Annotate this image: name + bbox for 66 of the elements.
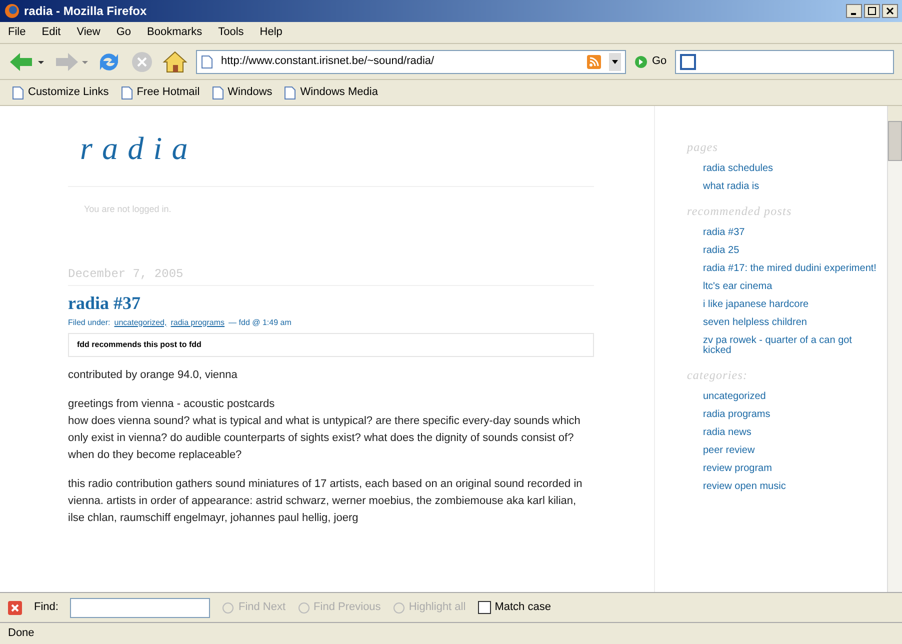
- sidebar-link[interactable]: i like japanese hardcore: [687, 296, 887, 314]
- scrollbar[interactable]: [887, 106, 902, 592]
- go-button[interactable]: Go: [634, 53, 667, 70]
- url-text: http://www.constant.irisnet.be/~sound/radia/: [221, 54, 436, 70]
- post-paragraph: this radio contribution gathers sound miniatures of 17 artists, each based on an original sound recorded in vienna. artists in order of appearance: astrid schwarz, werner moebius, the zombiemouse aka karl kilian, ilse chlan, raumschiff engelmayr, johannes paul hellig, joerg: [68, 476, 584, 526]
- menu-item[interactable]: Go: [116, 24, 132, 41]
- menu-item[interactable]: View: [76, 24, 100, 41]
- page-icon: [212, 86, 224, 100]
- post-paragraph: greetings from vienna - acoustic postcards how does vienna sound? what is typical and what is untypical? are there specific every-day sounds which only exist in vienna? do audible counterparts of sights exist? what does the dignity of sounds consist of? when do they become replaceable?: [68, 396, 582, 462]
- maximize-icon: [868, 7, 876, 15]
- circle-icon: [222, 602, 234, 614]
- post-meta: — fdd @ 1:49 am: [228, 316, 292, 328]
- bookmark-link[interactable]: Windows: [228, 84, 272, 101]
- menu-item[interactable]: Tools: [218, 24, 244, 41]
- find-label: Find:: [34, 600, 58, 616]
- circle-icon: [392, 602, 405, 614]
- sidebar-link[interactable]: zv pa rowek - quarter of a can got kicked: [687, 332, 887, 360]
- page-icon: [120, 86, 133, 100]
- sidebar-link[interactable]: ltc's ear cinema: [687, 278, 887, 296]
- search-engine-icon: [680, 54, 696, 70]
- close-icon[interactable]: [8, 600, 22, 614]
- post-title[interactable]: radia #37: [68, 290, 594, 316]
- site-title: radia: [79, 129, 198, 168]
- circle-icon: [298, 602, 310, 614]
- sidebar-link[interactable]: peer review: [687, 442, 887, 460]
- menu-item[interactable]: Edit: [42, 24, 61, 41]
- sidebar-link[interactable]: review open music: [687, 478, 887, 496]
- post-paragraph: contributed by orange 94.0, vienna: [68, 368, 238, 382]
- sidebar-link[interactable]: radia #37: [687, 224, 887, 242]
- maximize-button[interactable]: [864, 4, 880, 18]
- menu-item[interactable]: File: [8, 24, 26, 41]
- recommend-box: fdd recommends this post to fdd: [68, 332, 594, 356]
- match-case-label: Match case: [494, 600, 551, 616]
- filed-label: Filed under:: [68, 316, 110, 328]
- menu-item[interactable]: Bookmarks: [147, 24, 202, 41]
- bookmark-link[interactable]: Customize Links: [28, 84, 109, 101]
- status-bar: Done: [0, 622, 902, 644]
- bookmark-link[interactable]: Windows Media: [300, 84, 378, 101]
- window-title: radia - Mozilla Firefox: [24, 3, 147, 20]
- category-link[interactable]: uncategorized,: [114, 316, 167, 328]
- sidebar-link[interactable]: radia schedules: [687, 160, 887, 178]
- sidebar-link[interactable]: radia news: [687, 424, 887, 442]
- feed-icon[interactable]: [587, 54, 601, 68]
- category-link[interactable]: radia programs: [170, 316, 225, 328]
- find-field[interactable]: [70, 598, 210, 618]
- sidebar-link[interactable]: radia programs: [687, 406, 887, 424]
- sidebar-link[interactable]: uncategorized: [687, 388, 887, 406]
- sidebar-link[interactable]: review program: [687, 460, 887, 478]
- search-field[interactable]: [674, 50, 894, 74]
- minimize-button[interactable]: [846, 4, 862, 18]
- page-icon: [12, 86, 24, 100]
- sidebar-link[interactable]: seven helpless children: [687, 314, 887, 332]
- menu-item[interactable]: Help: [260, 24, 282, 41]
- close-icon: [886, 7, 894, 15]
- page-icon: [284, 86, 296, 100]
- browser-logo-icon: [4, 3, 20, 19]
- page-icon: [201, 54, 213, 68]
- home-icon[interactable]: [162, 50, 188, 74]
- match-case-checkbox[interactable]: [478, 601, 491, 614]
- bookmark-link[interactable]: Free Hotmail: [136, 84, 200, 101]
- close-button[interactable]: [882, 4, 898, 18]
- dropdown-icon[interactable]: [609, 52, 621, 70]
- sidebar-link[interactable]: radia #17: the mired dudini experiment!: [687, 260, 887, 278]
- sidebar-link[interactable]: radia 25: [687, 242, 887, 260]
- address-field[interactable]: http://www.constant.irisnet.be/~sound/radia/: [196, 50, 626, 74]
- sidebar-link[interactable]: what radia is: [687, 178, 887, 196]
